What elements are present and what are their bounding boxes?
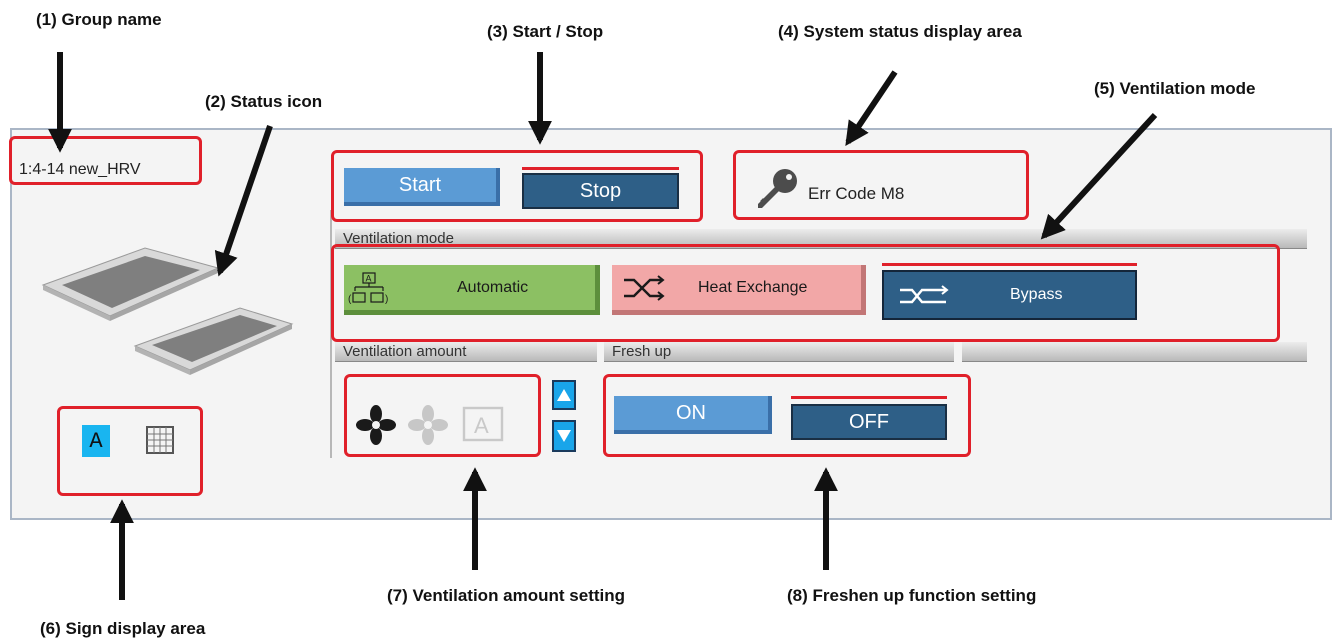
callout-arrows — [48, 52, 1158, 600]
